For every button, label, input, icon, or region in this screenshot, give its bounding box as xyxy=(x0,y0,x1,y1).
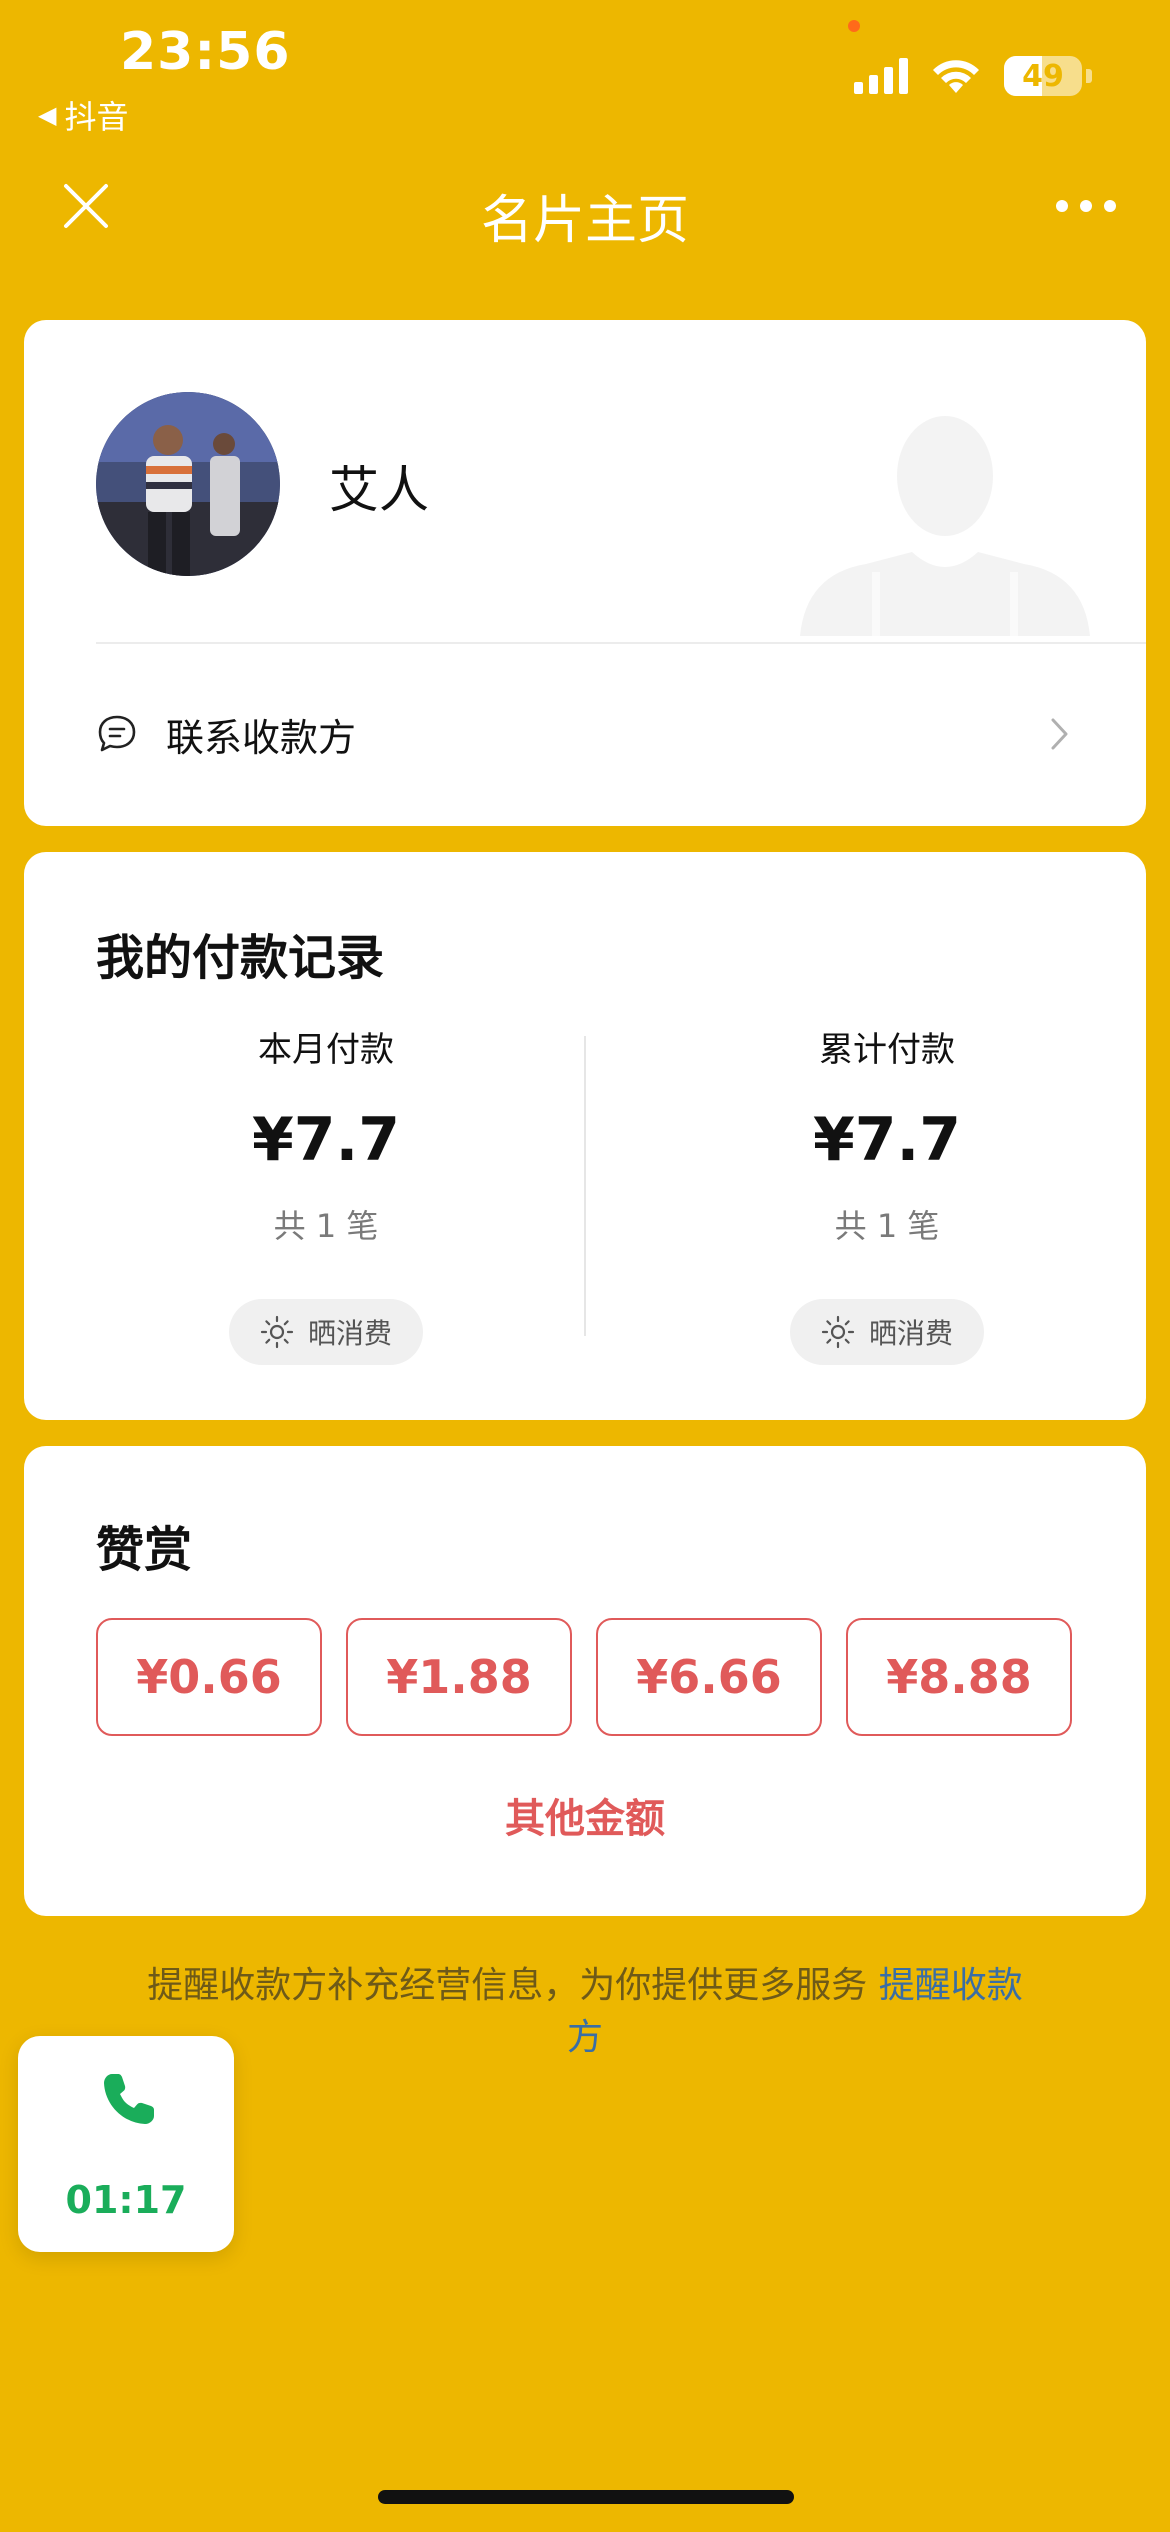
sun-icon xyxy=(821,1315,855,1349)
divider xyxy=(96,642,1146,644)
hint-text: 提醒收款方补充经营信息，为你提供更多服务 xyxy=(147,1965,879,2006)
total-payment-label: 累计付款 xyxy=(819,1030,955,1070)
battery-tip xyxy=(1086,69,1092,83)
wifi-icon xyxy=(933,60,979,93)
call-floating-widget[interactable]: 01:17 xyxy=(18,2036,234,2252)
battery-icon: 49 xyxy=(1004,56,1082,96)
back-triangle-icon: ◀ xyxy=(38,101,57,129)
status-icons: 49 xyxy=(854,56,1092,96)
profile-card: 艾人 联系收款方 xyxy=(24,320,1146,826)
column-divider xyxy=(584,1036,586,1336)
phone-icon xyxy=(104,2074,154,2124)
more-icon[interactable] xyxy=(1056,200,1116,212)
share-spending-button-month[interactable]: 晒消费 xyxy=(229,1299,423,1365)
chevron-right-icon xyxy=(1051,718,1068,750)
contact-payee-label: 联系收款方 xyxy=(166,715,357,760)
back-to-app-button[interactable]: ◀ 抖音 xyxy=(38,92,128,138)
privacy-indicator-dot xyxy=(848,20,860,32)
battery-percent: 49 xyxy=(1022,59,1064,94)
reward-amount-button[interactable]: ¥8.88 xyxy=(846,1618,1072,1736)
avatar[interactable] xyxy=(96,392,280,576)
month-payment-amount: ¥7.7 xyxy=(251,1105,401,1175)
total-payment-amount: ¥7.7 xyxy=(812,1105,962,1175)
records-title: 我的付款记录 xyxy=(96,930,385,986)
reward-card: 赞赏 ¥0.66 ¥1.88 ¥6.66 ¥8.88 其他金额 xyxy=(24,1446,1146,1916)
merchant-info-hint: 提醒收款方补充经营信息，为你提供更多服务 提醒收款方 xyxy=(140,1960,1030,2064)
silhouette-icon xyxy=(800,416,1090,636)
reward-title: 赞赏 xyxy=(96,1522,193,1578)
reward-amount-button[interactable]: ¥0.66 xyxy=(96,1618,322,1736)
status-time: 23:56 xyxy=(120,22,291,82)
share-spending-label-month: 晒消费 xyxy=(307,1317,392,1350)
home-indicator[interactable] xyxy=(378,2490,794,2504)
page: 23:56 ◀ 抖音 49 名片主页 艾人 联系收款方 我的付款记录 本月付款 … xyxy=(0,0,1170,2532)
signal-icon xyxy=(854,58,908,94)
chat-bubble-icon xyxy=(98,715,136,752)
sun-icon xyxy=(260,1315,294,1349)
profile-name: 艾人 xyxy=(329,461,429,519)
reward-amount-button[interactable]: ¥6.66 xyxy=(596,1618,822,1736)
call-duration: 01:17 xyxy=(65,2178,187,2222)
payment-records-card: 我的付款记录 本月付款 ¥7.7 共 1 笔 晒消费 累计付款 ¥7.7 共 1… xyxy=(24,852,1146,1420)
back-app-label: 抖音 xyxy=(64,98,129,136)
reward-amount-button[interactable]: ¥1.88 xyxy=(346,1618,572,1736)
month-payment-count: 共 1 笔 xyxy=(273,1207,379,1245)
month-payment-column: 本月付款 ¥7.7 共 1 笔 晒消费 xyxy=(126,1022,526,1365)
contact-payee-row[interactable]: 联系收款方 xyxy=(96,694,1074,774)
page-title: 名片主页 xyxy=(480,191,689,251)
total-payment-column: 累计付款 ¥7.7 共 1 笔 晒消费 xyxy=(687,1022,1087,1365)
total-payment-count: 共 1 笔 xyxy=(834,1207,940,1245)
other-amount-button[interactable]: 其他金额 xyxy=(24,1786,1146,1844)
month-payment-label: 本月付款 xyxy=(258,1030,394,1070)
reward-amount-options: ¥0.66 ¥1.88 ¥6.66 ¥8.88 xyxy=(96,1618,1072,1736)
share-spending-label-total: 晒消费 xyxy=(868,1317,953,1350)
share-spending-button-total[interactable]: 晒消费 xyxy=(790,1299,984,1365)
